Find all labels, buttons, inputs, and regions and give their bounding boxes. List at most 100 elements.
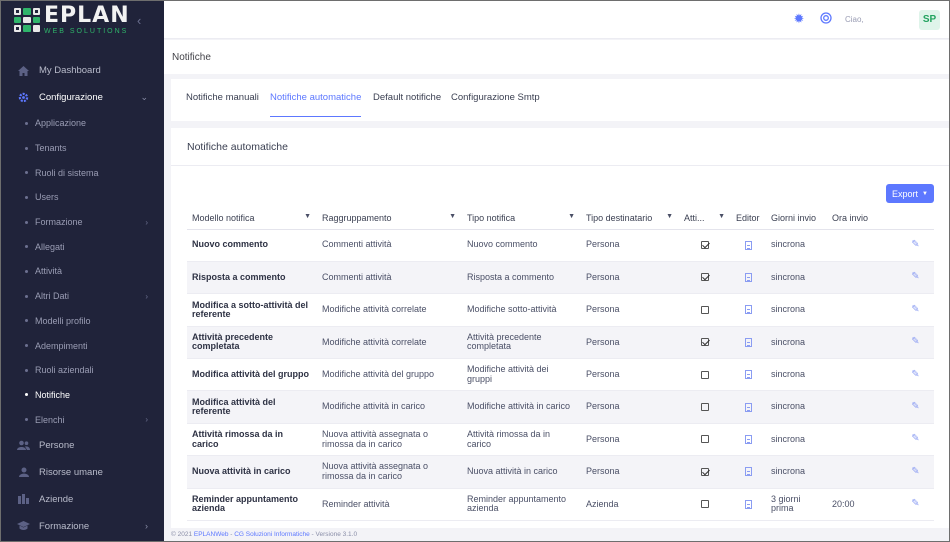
cell-tipo-notifica: Modifiche sotto-attività xyxy=(462,293,581,327)
card-header: Notifiche automatiche xyxy=(171,128,949,166)
column-header-tipo-destinatario[interactable]: Tipo destinatario ▼ xyxy=(581,207,679,230)
sidebar-item-aziende[interactable]: Aziende xyxy=(1,486,164,513)
tab-notifiche-manuali[interactable]: Notifiche manuali xyxy=(186,92,259,116)
edit-icon[interactable]: ✎ xyxy=(911,304,919,315)
brand-name: EPLAN xyxy=(44,3,130,28)
active-checkbox[interactable] xyxy=(701,305,709,314)
cell-tipo-destinatario: Persona xyxy=(581,455,679,489)
document-icon[interactable] xyxy=(745,337,752,347)
sidebar-subitem-modelli-profilo[interactable]: Modelli profilo xyxy=(1,309,164,334)
settings-sun-icon[interactable]: ✹ xyxy=(792,12,806,26)
edit-icon[interactable]: ✎ xyxy=(911,401,919,412)
active-checkbox[interactable] xyxy=(701,403,709,412)
cell-tipo-notifica: Modifiche attività dei gruppi xyxy=(462,358,581,392)
footer-link-cg[interactable]: CG Soluzioni Informatiche xyxy=(234,531,310,538)
column-header-editor[interactable]: Editor xyxy=(731,207,766,230)
cell-giorni-invio: sincrona xyxy=(766,293,827,327)
cell-modello: Risposta a commento xyxy=(187,261,317,295)
sidebar-subitem-applicazione[interactable]: Applicazione xyxy=(1,111,164,136)
cell-attiva xyxy=(679,261,731,295)
sidebar-item-configurazione[interactable]: Configurazione ⌄ xyxy=(1,84,164,111)
document-icon[interactable] xyxy=(745,499,752,509)
sidebar-subitem-attivita[interactable]: Attività xyxy=(1,259,164,284)
sidebar-item-label: Persone xyxy=(39,439,75,451)
edit-icon[interactable]: ✎ xyxy=(911,433,919,445)
sidebar-item-dashboard[interactable]: My Dashboard xyxy=(1,57,164,84)
chevron-right-icon: › xyxy=(145,291,148,301)
filter-icon[interactable]: ▼ xyxy=(718,213,725,220)
document-icon[interactable] xyxy=(745,305,752,315)
cell-tipo-notifica: Risposta a commento xyxy=(462,261,581,295)
filter-icon[interactable]: ▼ xyxy=(666,213,673,220)
sidebar-item-label: Aziende xyxy=(39,493,74,505)
active-checkbox[interactable] xyxy=(701,435,709,444)
edit-icon[interactable]: ✎ xyxy=(911,336,919,347)
active-checkbox[interactable] xyxy=(701,241,709,250)
sidebar-subitem-ruoli-sistema[interactable]: Ruoli di sistema xyxy=(1,160,164,185)
column-header-modello[interactable]: Modello notifica ▼ xyxy=(187,207,317,230)
document-icon[interactable] xyxy=(745,402,752,412)
cell-actions: ✎ xyxy=(897,390,934,424)
active-checkbox[interactable] xyxy=(701,500,709,509)
document-icon[interactable] xyxy=(745,272,752,282)
sidebar-subitem-allegati[interactable]: Allegati xyxy=(1,234,164,259)
edit-icon[interactable]: ✎ xyxy=(911,239,919,250)
cell-editor xyxy=(731,261,766,295)
notifications-card: Notifiche automatiche Export ▼ Modello no… xyxy=(171,128,949,528)
cell-raggruppamento: Reminder attività xyxy=(317,488,462,522)
filter-icon[interactable]: ▼ xyxy=(449,213,456,220)
page-title: Notifiche xyxy=(172,52,211,63)
column-header-ora-invio[interactable]: Ora invio xyxy=(827,207,897,230)
tab-notifiche-automatiche[interactable]: Notifiche automatiche xyxy=(270,92,362,117)
sidebar-subitem-users[interactable]: Users xyxy=(1,185,164,210)
sidebar-subitem-notifiche[interactable]: Notifiche xyxy=(1,383,164,408)
avatar[interactable]: SP xyxy=(919,10,940,30)
cell-tipo-destinatario: Persona xyxy=(581,261,679,295)
cell-modello: Modifica a sotto-attività del referente xyxy=(187,293,317,327)
active-checkbox[interactable] xyxy=(701,273,709,282)
cell-editor xyxy=(731,358,766,392)
cell-modello: Attività rimossa da in carico xyxy=(187,423,317,457)
document-icon[interactable] xyxy=(745,370,752,380)
column-header-attiva[interactable]: Atti... ▼ xyxy=(679,207,731,230)
sidebar-item-risorse-umane[interactable]: Risorse umane xyxy=(1,459,164,486)
cell-attiva xyxy=(679,293,731,327)
active-checkbox[interactable] xyxy=(701,467,709,476)
document-icon[interactable] xyxy=(745,434,752,444)
tab-configurazione-smtp[interactable]: Configurazione Smtp xyxy=(451,92,540,116)
tab-default-notifiche[interactable]: Default notifiche xyxy=(373,92,441,116)
sidebar-item-persone[interactable]: Persone xyxy=(1,432,164,459)
footer-link-eplanweb[interactable]: EPLANWeb xyxy=(194,531,229,538)
sidebar-subitem-altri-dati[interactable]: Altri Dati › xyxy=(1,284,164,309)
cell-actions: ✎ xyxy=(897,488,934,522)
notifications-table: Modello notifica ▼ Raggruppamento ▼ Tipo n… xyxy=(187,207,934,522)
logo[interactable]: EPLAN WEB SOLUTIONS ‹ xyxy=(1,1,164,39)
qr-logo-icon xyxy=(14,8,40,32)
cell-raggruppamento: Modifiche attività del gruppo xyxy=(317,358,462,392)
sidebar-subitem-ruoli-aziendali[interactable]: Ruoli aziendali xyxy=(1,358,164,383)
edit-icon[interactable]: ✎ xyxy=(911,271,919,283)
sidebar-subitem-adempimenti[interactable]: Adempimenti xyxy=(1,333,164,358)
export-button[interactable]: Export ▼ xyxy=(886,184,934,203)
column-header-raggruppamento[interactable]: Raggruppamento ▼ xyxy=(317,207,462,230)
filter-icon[interactable]: ▼ xyxy=(304,213,311,220)
document-icon[interactable] xyxy=(745,467,752,477)
edit-icon[interactable]: ✎ xyxy=(911,498,919,509)
sidebar-subitem-elenchi[interactable]: Elenchi › xyxy=(1,407,164,432)
edit-icon[interactable]: ✎ xyxy=(911,369,919,380)
collapse-sidebar-icon[interactable]: ‹ xyxy=(137,13,141,28)
sidebar-subitem-tenants[interactable]: Tenants xyxy=(1,136,164,161)
active-checkbox[interactable] xyxy=(701,338,709,347)
filter-icon[interactable]: ▼ xyxy=(568,213,575,220)
column-header-giorni-invio[interactable]: Giorni invio xyxy=(766,207,827,230)
edit-icon[interactable]: ✎ xyxy=(911,466,919,477)
cell-attiva xyxy=(679,455,731,489)
column-header-actions xyxy=(897,207,934,230)
gear-icon xyxy=(17,92,30,103)
column-header-tipo-notifica[interactable]: Tipo notifica ▼ xyxy=(462,207,581,230)
document-icon[interactable] xyxy=(745,240,752,250)
active-checkbox[interactable] xyxy=(701,370,709,379)
sidebar-subitem-formazione[interactable]: Formazione › xyxy=(1,210,164,235)
lifebuoy-icon[interactable] xyxy=(819,12,833,26)
sidebar-item-formazione[interactable]: Formazione › xyxy=(1,513,164,540)
